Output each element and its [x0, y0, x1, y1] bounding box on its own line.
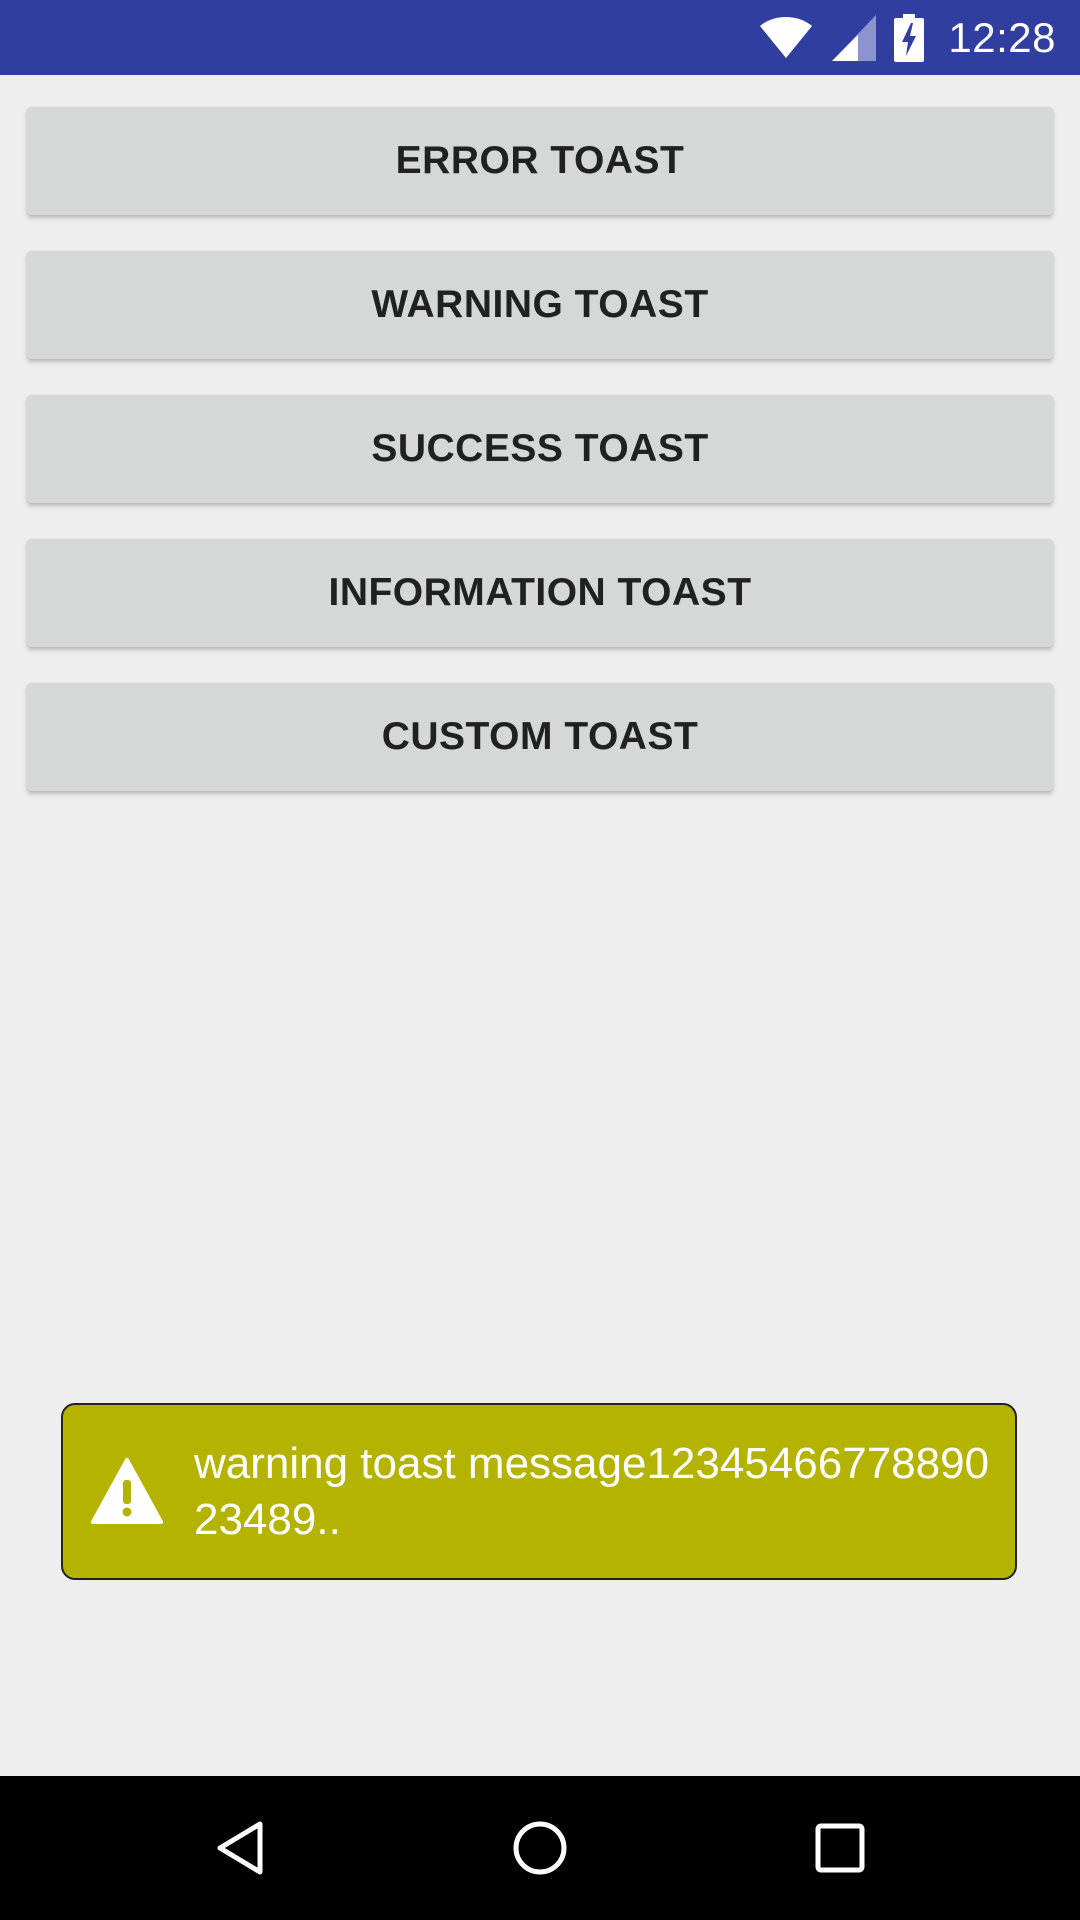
- status-bar: 12:28: [0, 0, 1080, 75]
- toast-message: warning toast message12345466778890234​8…: [194, 1438, 990, 1544]
- wifi-icon: [758, 16, 814, 60]
- warning-toast: warning toast message12345466778890234​8…: [61, 1403, 1017, 1580]
- status-icons: 12:28: [758, 0, 1056, 75]
- home-icon[interactable]: [460, 1776, 620, 1920]
- signal-icon: [832, 14, 877, 61]
- battery-charging-icon: [894, 13, 925, 62]
- success-toast-button[interactable]: SUCCESS TOAST: [27, 395, 1053, 503]
- error-toast-button[interactable]: ERROR TOAST: [27, 107, 1053, 215]
- warning-toast-button[interactable]: WARNING TOAST: [27, 251, 1053, 359]
- information-toast-button[interactable]: INFORMATION TOAST: [27, 539, 1053, 647]
- warning-icon: [91, 1456, 163, 1528]
- custom-toast-button[interactable]: CUSTOM TOAST: [27, 683, 1053, 791]
- navigation-bar: [0, 1776, 1080, 1920]
- status-time: 12:28: [948, 13, 1056, 61]
- recents-icon[interactable]: [760, 1776, 920, 1920]
- back-icon[interactable]: [160, 1776, 320, 1920]
